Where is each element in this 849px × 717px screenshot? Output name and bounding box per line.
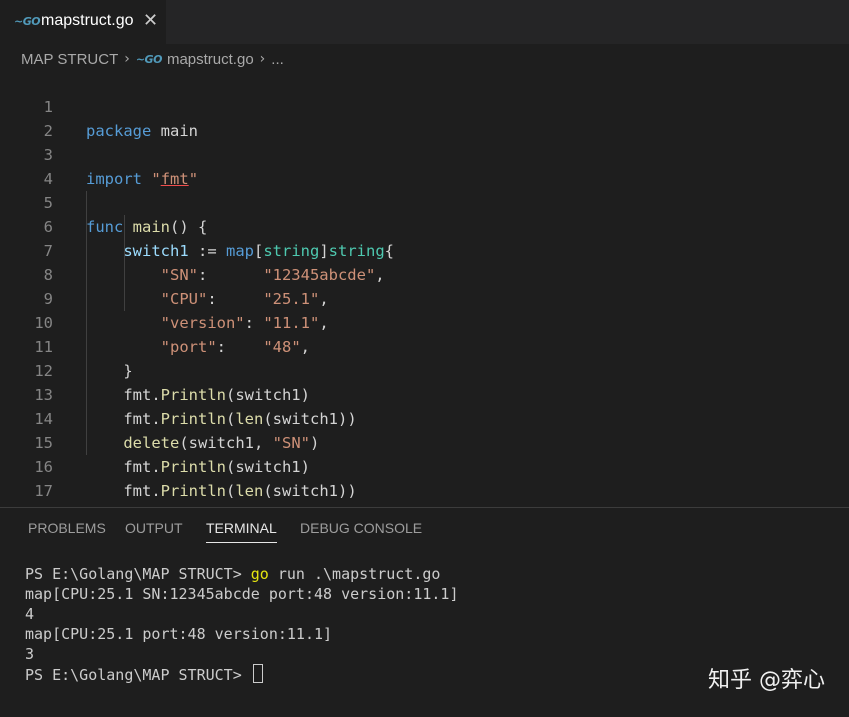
terminal-command-args: run .\mapstruct.go — [268, 565, 441, 583]
terminal-prompt: PS E:\Golang\MAP STRUCT> — [25, 666, 251, 684]
terminal-output-line: 4 — [25, 605, 35, 623]
code-line: 7 "SN": "12345abcde", — [0, 215, 849, 284]
chevron-right-icon: › — [259, 51, 266, 67]
tab-debug-console[interactable]: DEBUG CONSOLE — [300, 520, 422, 542]
breadcrumb: MAP STRUCT › ~GO mapstruct.go › ... — [21, 49, 284, 69]
terminal-command-go: go — [250, 565, 269, 583]
code-line: 11 } — [0, 311, 849, 380]
tab-terminal[interactable]: TERMINAL — [206, 520, 277, 543]
editor-tab-bar: ~GO mapstruct.go ✕ — [0, 0, 849, 44]
code-line: 10 "port": "48", — [0, 287, 849, 356]
terminal-input-line[interactable]: PS E:\Golang\MAP STRUCT> — [25, 664, 263, 684]
tab-title: mapstruct.go — [41, 12, 134, 29]
code-line-current[interactable]: 18 — [0, 477, 849, 547]
code-line: 14 delete(switch1, "SN") — [0, 383, 849, 452]
watermark: 知乎 @弈心 — [708, 668, 825, 693]
go-file-icon: ~GO — [14, 15, 41, 28]
breadcrumb-folder[interactable]: MAP STRUCT — [21, 51, 118, 68]
go-file-icon: ~GO — [135, 52, 163, 66]
breadcrumb-file[interactable]: mapstruct.go — [167, 51, 254, 68]
terminal-cursor — [252, 664, 263, 683]
code-line: 1 package main — [0, 71, 849, 140]
code-line: 8 "CPU": "25.1", — [0, 239, 849, 308]
terminal-command-line: PS E:\Golang\MAP STRUCT> go run .\mapstr… — [25, 564, 440, 584]
terminal-output-line: map[CPU:25.1 SN:12345abcde port:48 versi… — [25, 585, 459, 603]
code-line: 17 } — [0, 455, 849, 524]
code-line: 4 — [0, 143, 849, 188]
tab-problems[interactable]: PROBLEMS — [28, 520, 106, 542]
code-line: 9 "version": "11.1", — [0, 263, 849, 332]
code-line: 6 switch1 := map[string]string{ — [0, 191, 849, 260]
terminal-prompt: PS E:\Golang\MAP STRUCT> — [25, 565, 251, 583]
close-icon[interactable]: ✕ — [143, 11, 158, 31]
code-line: 16 fmt.Println(len(switch1)) — [0, 431, 849, 500]
code-line: 2 — [0, 95, 849, 140]
terminal-output-line: map[CPU:25.1 port:48 version:11.1] — [25, 625, 333, 643]
code-line: 12 fmt.Println(switch1) — [0, 335, 849, 404]
code-line: 15 fmt.Println(switch1) — [0, 407, 849, 476]
terminal-output-line: 3 — [25, 645, 35, 663]
code-line: 3 import "fmt" — [0, 119, 849, 188]
code-line: 5 func main() { — [0, 167, 849, 236]
code-line: 13 fmt.Println(len(switch1)) — [0, 359, 849, 428]
tab-output[interactable]: OUTPUT — [125, 520, 183, 542]
chevron-right-icon: › — [124, 51, 130, 67]
editor-tab-mapstruct[interactable]: ~GO mapstruct.go ✕ — [0, 0, 166, 44]
breadcrumb-more[interactable]: ... — [271, 51, 284, 68]
code-editor[interactable]: 1 package main 2 3 import "fmt" 4 5 func… — [0, 71, 849, 547]
